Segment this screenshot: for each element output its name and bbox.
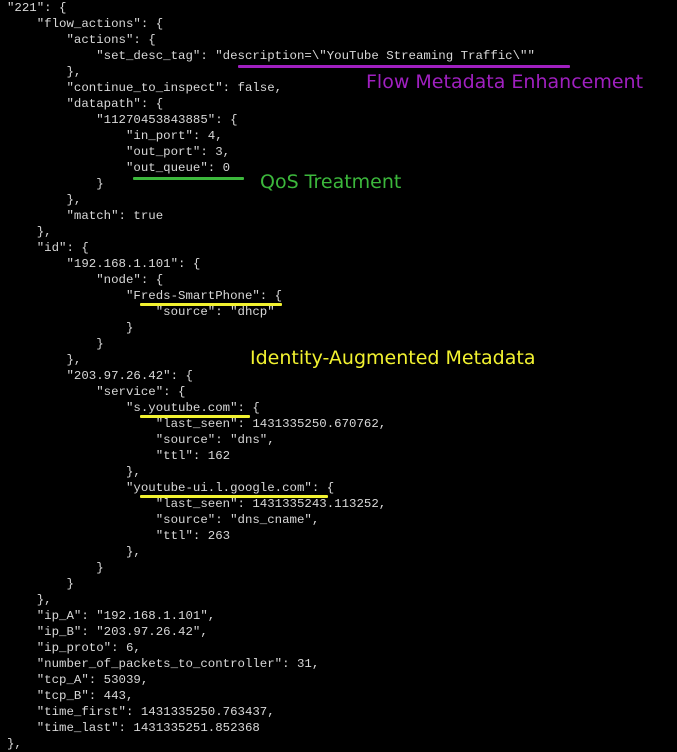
code-line: "service": { [7,385,186,399]
flow-metadata-underline [238,65,570,68]
code-line: } [7,321,134,335]
code-line: } [7,577,74,591]
code-line: } [7,561,104,575]
code-line: "ip_proto": 6, [7,641,141,655]
code-line: "time_first": 1431335250.763437, [7,705,275,719]
code-line: "node": { [7,273,164,287]
code-line: "id": { [7,241,89,255]
code-line: }, [7,353,82,367]
identity-underline-youtube [140,415,250,418]
code-line: "tcp_A": 53039, [7,673,149,687]
terminal-output: "221": { "flow_actions": { "actions": { … [0,0,677,752]
code-line: "number_of_packets_to_controller": 31, [7,657,320,671]
code-line: "192.168.1.101": { [7,257,201,271]
code-line: "s.youtube.com": { [7,401,260,415]
code-line: "in_port": 4, [7,129,223,143]
code-line: "ip_A": "192.168.1.101", [7,609,216,623]
code-line: "match": true [7,209,164,223]
identity-label: Identity-Augmented Metadata [250,347,536,369]
code-line: "ip_B": "203.97.26.42", [7,625,208,639]
code-line: }, [7,465,141,479]
identity-underline-phone [140,303,282,306]
code-line: }, [7,545,141,559]
code-line: "last_seen": 1431335243.113252, [7,497,387,511]
code-line: }, [7,737,22,751]
qos-label: QoS Treatment [260,171,402,193]
code-line: "203.97.26.42": { [7,369,193,383]
code-line: }, [7,593,52,607]
code-line: "source": "dns_cname", [7,513,320,527]
code-line: "datapath": { [7,97,164,111]
code-line: }, [7,65,82,79]
code-line: "out_port": 3, [7,145,231,159]
code-line: "11270453843885": { [7,113,238,127]
code-line: "Freds-SmartPhone": { [7,289,283,303]
code-line: } [7,177,104,191]
code-line: "221": { [7,1,67,15]
code-line: "set_desc_tag": "description=\"YouTube S… [7,49,535,63]
qos-underline [133,177,244,180]
code-line: "youtube-ui.l.google.com": { [7,481,335,495]
code-line: "ttl": 263 [7,529,231,543]
code-line: } [7,337,104,351]
code-line: "last_seen": 1431335250.670762, [7,417,387,431]
code-line: "source": "dns", [7,433,275,447]
code-line: }, [7,225,52,239]
code-line: "out_queue": 0 [7,161,231,175]
code-line: }, [7,193,82,207]
code-line: "actions": { [7,33,156,47]
identity-underline-google [140,495,328,498]
code-line: "flow_actions": { [7,17,164,31]
code-line: "time_last": 1431335251.852368 [7,721,260,735]
code-line: "ttl": 162 [7,449,231,463]
flow-metadata-label: Flow Metadata Enhancement [366,71,644,93]
code-line: "source": "dhcp" [7,305,275,319]
code-line: "tcp_B": 443, [7,689,134,703]
code-line: "continue_to_inspect": false, [7,81,283,95]
